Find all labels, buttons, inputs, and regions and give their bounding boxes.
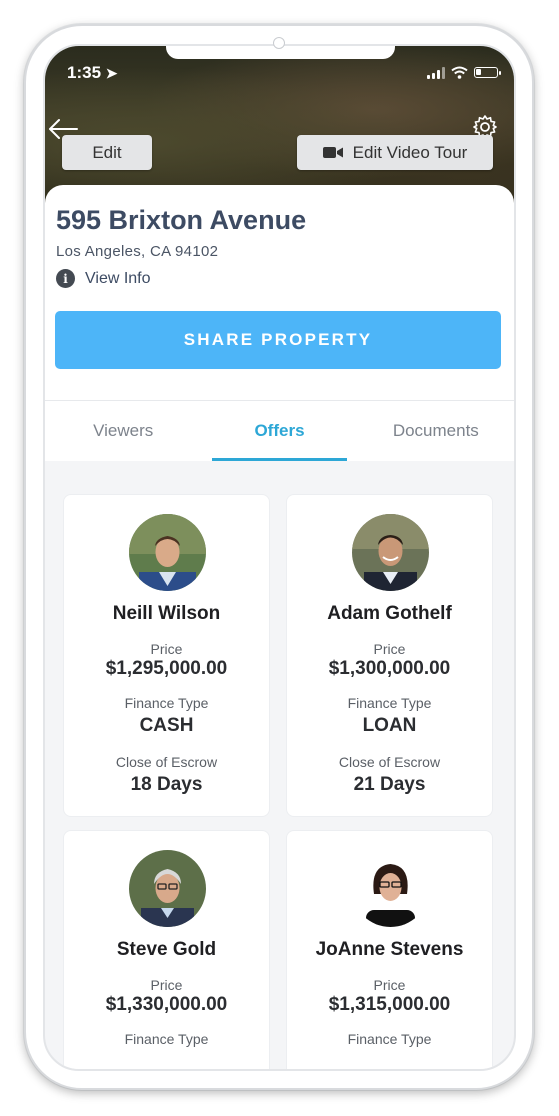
- tab-bar: Viewers Offers Documents: [45, 401, 514, 461]
- edit-button[interactable]: Edit: [62, 135, 152, 170]
- view-info-label: View Info: [85, 269, 151, 287]
- price-label: Price: [150, 977, 183, 993]
- battery-icon: [474, 67, 501, 78]
- status-time: 1:35 ➤: [67, 63, 118, 82]
- offer-card[interactable]: Steve Gold Price $1,330,000.00 Finance T…: [63, 830, 270, 1069]
- app-screen: 1:35 ➤ Edit Edit Video Tour 595 Brixton …: [43, 44, 516, 1071]
- avatar: [352, 514, 429, 591]
- offer-card[interactable]: JoAnne Stevens Price $1,315,000.00 Finan…: [286, 830, 493, 1069]
- edit-video-tour-label: Edit Video Tour: [352, 142, 468, 162]
- status-icons: [427, 66, 501, 79]
- offer-name: Neill Wilson: [112, 603, 221, 624]
- info-icon: i: [56, 269, 75, 288]
- offer-name: JoAnne Stevens: [315, 939, 464, 960]
- price-value: $1,315,000.00: [328, 994, 451, 1015]
- close-of-escrow-label: Close of Escrow: [338, 754, 441, 770]
- avatar: [129, 850, 206, 927]
- property-address: Los Angeles, CA 94102: [56, 243, 219, 260]
- edit-button-label: Edit: [92, 142, 122, 162]
- share-property-label: SHARE PROPERTY: [183, 330, 373, 349]
- tab-viewers-label: Viewers: [93, 421, 154, 440]
- edit-video-tour-button[interactable]: Edit Video Tour: [297, 135, 493, 170]
- offer-card[interactable]: Adam Gothelf Price $1,300,000.00 Finance…: [286, 494, 493, 817]
- tab-documents[interactable]: Documents: [358, 401, 514, 461]
- price-label: Price: [150, 641, 183, 657]
- video-camera-icon: [322, 147, 343, 158]
- finance-type-label: Finance Type: [124, 1031, 209, 1047]
- finance-type-label: Finance Type: [347, 1031, 432, 1047]
- close-of-escrow-value: 21 Days: [353, 774, 426, 795]
- offer-card[interactable]: Neill Wilson Price $1,295,000.00 Finance…: [63, 494, 270, 817]
- view-info-link[interactable]: i View Info: [56, 269, 151, 288]
- price-value: $1,330,000.00: [105, 994, 228, 1015]
- avatar: [352, 850, 429, 927]
- finance-type-label: Finance Type: [347, 695, 432, 711]
- tab-viewers[interactable]: Viewers: [45, 401, 201, 461]
- camera-dot: [273, 37, 285, 49]
- property-info-card: 595 Brixton Avenue Los Angeles, CA 94102…: [45, 185, 514, 400]
- property-title: 595 Brixton Avenue: [56, 205, 307, 235]
- tab-offers-label: Offers: [254, 421, 305, 440]
- price-label: Price: [373, 641, 406, 657]
- price-label: Price: [373, 977, 406, 993]
- close-of-escrow-label: Close of Escrow: [115, 754, 218, 770]
- tab-offers[interactable]: Offers: [201, 401, 357, 461]
- signal-icon: [427, 66, 445, 79]
- finance-type-value: LOAN: [362, 715, 417, 736]
- share-property-button[interactable]: SHARE PROPERTY: [55, 311, 501, 369]
- finance-type-value: CASH: [139, 715, 194, 736]
- tab-documents-label: Documents: [392, 421, 479, 440]
- property-hero-image: 1:35 ➤ Edit Edit Video Tour: [45, 46, 514, 206]
- avatar: [129, 514, 206, 591]
- price-value: $1,300,000.00: [328, 658, 451, 679]
- close-of-escrow-value: 18 Days: [130, 774, 203, 795]
- finance-type-label: Finance Type: [124, 695, 209, 711]
- price-value: $1,295,000.00: [105, 658, 228, 679]
- wifi-icon: [451, 66, 468, 79]
- offer-name: Adam Gothelf: [327, 603, 452, 624]
- offer-name: Steve Gold: [116, 939, 217, 960]
